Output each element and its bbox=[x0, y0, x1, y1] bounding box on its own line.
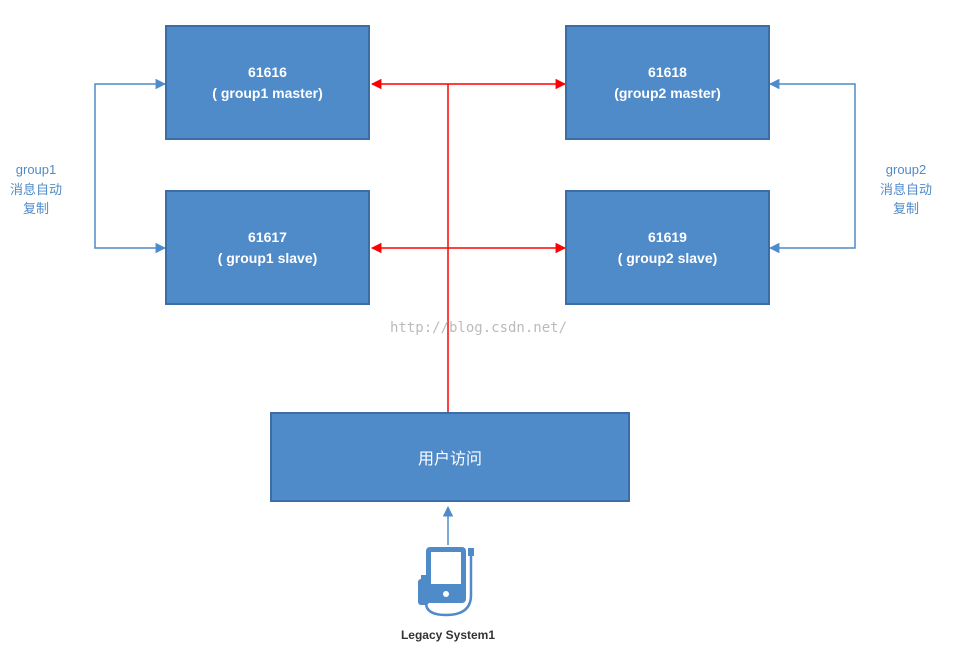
link-group1-replication bbox=[95, 84, 165, 248]
node-group2-master: 61618 (group2 master) bbox=[565, 25, 770, 140]
user-access-label: 用户访问 bbox=[418, 445, 482, 469]
watermark-text: http://blog.csdn.net/ bbox=[390, 320, 567, 336]
legacy-system-label: Legacy System1 bbox=[398, 628, 498, 642]
link-group2-replication bbox=[770, 84, 855, 248]
node-port: 61619 bbox=[648, 227, 687, 248]
node-port: 61616 bbox=[248, 62, 287, 83]
node-group2-slave: 61619 ( group2 slave) bbox=[565, 190, 770, 305]
node-role: ( group2 slave) bbox=[618, 248, 718, 269]
label-group2-replication: group2 消息自动 复制 bbox=[880, 160, 932, 219]
node-port: 61617 bbox=[248, 227, 287, 248]
node-role: (group2 master) bbox=[614, 83, 721, 104]
node-role: ( group1 slave) bbox=[218, 248, 318, 269]
node-port: 61618 bbox=[648, 62, 687, 83]
node-role: ( group1 master) bbox=[212, 83, 322, 104]
node-group1-slave: 61617 ( group1 slave) bbox=[165, 190, 370, 305]
label-group1-replication: group1 消息自动 复制 bbox=[10, 160, 62, 219]
legacy-system-icon bbox=[416, 545, 480, 623]
node-group1-master: 61616 ( group1 master) bbox=[165, 25, 370, 140]
node-user-access: 用户访问 bbox=[270, 412, 630, 502]
